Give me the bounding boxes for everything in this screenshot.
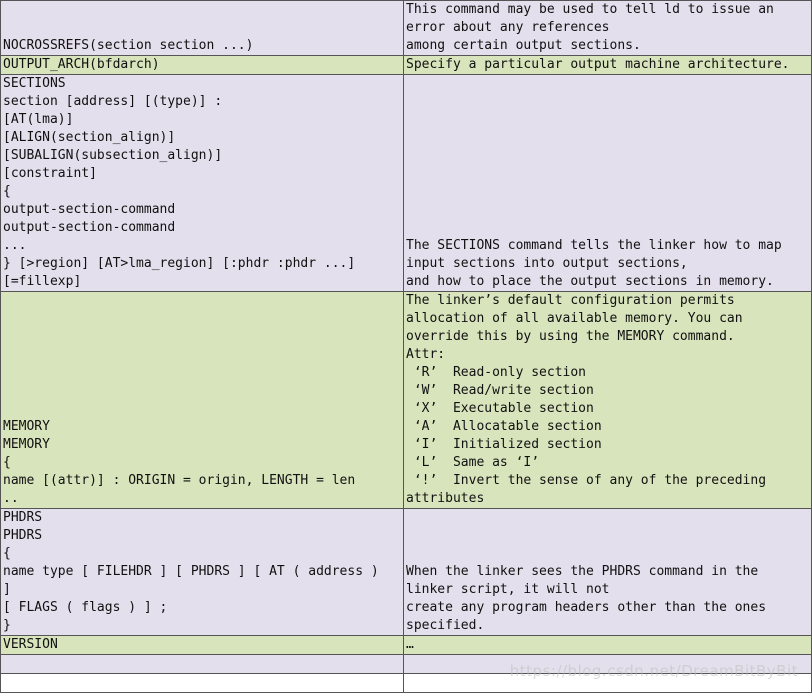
syntax-line: OUTPUT_ARCH(bfdarch) [3, 56, 401, 74]
description-line: linker script, it will not [406, 581, 809, 599]
description-line: specified. [406, 617, 809, 635]
description-cell[interactable]: This command may be used to tell ld to i… [404, 1, 812, 56]
description-line: ‘X’ Executable section [406, 400, 809, 418]
table-row: MEMORYMEMORY{name [(attr)] : ORIGIN = or… [1, 292, 812, 509]
syntax-cell[interactable] [1, 674, 404, 693]
description-line: ‘L’ Same as ‘I’ [406, 454, 809, 472]
description-line: Attr: [406, 346, 809, 364]
description-line: The linker’s default configuration permi… [406, 292, 809, 310]
description-line: ‘!’ Invert the sense of any of the prece… [406, 472, 809, 490]
syntax-line: { [3, 545, 401, 563]
description-cell[interactable]: … [404, 636, 812, 655]
syntax-line: { [3, 183, 401, 201]
syntax-line: [SUBALIGN(subsection_align)] [3, 147, 401, 165]
description-line: Specify a particular output machine arch… [406, 56, 809, 74]
description-line: ‘I’ Initialized section [406, 436, 809, 454]
syntax-line: [ FLAGS ( flags ) ] ; [3, 599, 401, 617]
description-line: … [406, 636, 809, 654]
syntax-line: ] [3, 581, 401, 599]
table-row: OUTPUT_ARCH(bfdarch) Specify a particular… [1, 56, 812, 75]
description-cell[interactable]: The SECTIONS command tells the linker ho… [404, 75, 812, 292]
description-line: The SECTIONS command tells the linker ho… [406, 237, 809, 255]
description-line: error about any references [406, 19, 809, 37]
table-row: SECTIONSsection [address] [(type)] :[AT(… [1, 75, 812, 292]
syntax-line: output-section-command [3, 219, 401, 237]
reference-table: NOCROSSREFS(section section ...) This com… [0, 0, 812, 693]
description-line: allocation of all available memory. You … [406, 310, 809, 328]
syntax-line: output-section-command [3, 201, 401, 219]
description-cell[interactable]: When the linker sees the PHDRS command i… [404, 509, 812, 636]
syntax-line [3, 674, 401, 692]
description-line: input sections into output sections, [406, 255, 809, 273]
syntax-cell[interactable]: PHDRSPHDRS{name type [ FILEHDR ] [ PHDRS… [1, 509, 404, 636]
syntax-line: [ALIGN(section_align)] [3, 129, 401, 147]
syntax-cell[interactable]: SECTIONSsection [address] [(type)] :[AT(… [1, 75, 404, 292]
syntax-cell[interactable]: MEMORYMEMORY{name [(attr)] : ORIGIN = or… [1, 292, 404, 509]
description-line: This command may be used to tell ld to i… [406, 1, 809, 19]
description-line: When the linker sees the PHDRS command i… [406, 563, 809, 581]
watermark: https://blog.csdn.net/DreamBitByBit [510, 662, 798, 680]
description-line: ‘R’ Read-only section [406, 364, 809, 382]
syntax-line: } [>region] [AT>lma_region] [:phdr :phdr… [3, 255, 401, 273]
syntax-line: MEMORY [3, 436, 401, 454]
description-line: ‘A’ Allocatable section [406, 418, 809, 436]
description-line: ‘W’ Read/write section [406, 382, 809, 400]
syntax-line: name [(attr)] : ORIGIN = origin, LENGTH … [3, 472, 401, 490]
syntax-line: [AT(lma)] [3, 111, 401, 129]
syntax-line: [constraint] [3, 165, 401, 183]
table-row: VERSION … [1, 636, 812, 655]
syntax-line: PHDRS [3, 527, 401, 545]
table-row: PHDRSPHDRS{name type [ FILEHDR ] [ PHDRS… [1, 509, 812, 636]
description-cell[interactable]: The linker’s default configuration permi… [404, 292, 812, 509]
syntax-line: VERSION [3, 636, 401, 654]
description-line: among certain output sections. [406, 37, 809, 55]
syntax-line [3, 655, 401, 673]
syntax-cell[interactable]: NOCROSSREFS(section section ...) [1, 1, 404, 56]
syntax-cell[interactable]: OUTPUT_ARCH(bfdarch) [1, 56, 404, 75]
syntax-cell[interactable] [1, 655, 404, 674]
syntax-line: SECTIONS [3, 75, 401, 93]
table-row: NOCROSSREFS(section section ...) This com… [1, 1, 812, 56]
syntax-line: name type [ FILEHDR ] [ PHDRS ] [ AT ( a… [3, 563, 401, 581]
syntax-line: section [address] [(type)] : [3, 93, 401, 111]
syntax-line: ... [3, 237, 401, 255]
syntax-line: PHDRS [3, 509, 401, 527]
syntax-cell[interactable]: VERSION [1, 636, 404, 655]
description-line: create any program headers other than th… [406, 599, 809, 617]
syntax-line: .. [3, 490, 401, 508]
syntax-line: } [3, 617, 401, 635]
syntax-line: NOCROSSREFS(section section ...) [3, 37, 401, 55]
description-line: and how to place the output sections in … [406, 273, 809, 291]
syntax-line: [=fillexp] [3, 273, 401, 291]
description-line: override this by using the MEMORY comman… [406, 328, 809, 346]
syntax-line: MEMORY [3, 418, 401, 436]
table-body: NOCROSSREFS(section section ...) This com… [1, 1, 812, 693]
description-cell[interactable]: Specify a particular output machine arch… [404, 56, 812, 75]
description-line: attributes [406, 490, 809, 508]
syntax-line: { [3, 454, 401, 472]
